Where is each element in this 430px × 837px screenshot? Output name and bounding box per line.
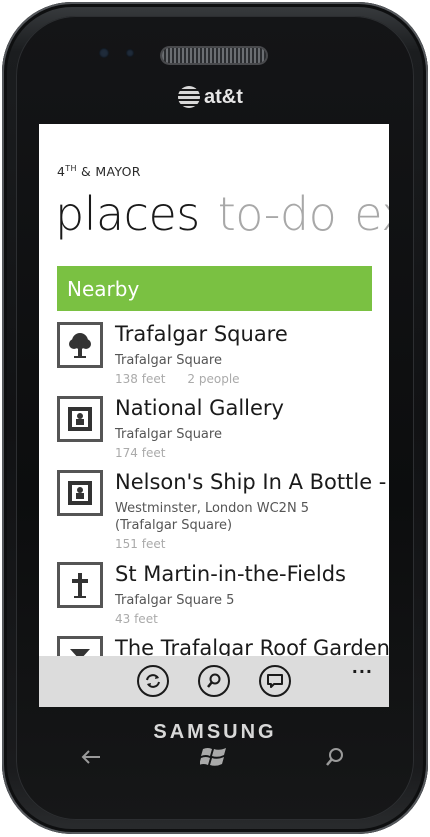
refresh-button[interactable]	[137, 665, 169, 697]
group-header-label: Nearby	[67, 276, 140, 301]
back-button[interactable]	[76, 742, 106, 772]
app-title: 4TH & MAYOR	[57, 164, 141, 180]
comment-button[interactable]	[259, 665, 291, 697]
place-distance: 151 feet	[115, 537, 166, 551]
pivot-tab-places[interactable]: places	[55, 187, 200, 241]
more-options-button[interactable]: ...	[352, 658, 373, 677]
tree-icon	[57, 322, 103, 368]
place-distance: 174 feet	[115, 446, 166, 460]
place-name: Trafalgar Square	[115, 322, 288, 346]
place-distance: 43 feet	[115, 612, 158, 626]
church-cross-icon	[57, 562, 103, 608]
pivot-tab-to-do[interactable]: to-do	[218, 187, 337, 241]
back-arrow-icon	[81, 750, 100, 764]
search-icon	[207, 673, 221, 688]
earpiece-speaker	[162, 48, 266, 63]
place-name: St Martin-in-the-Fields	[115, 562, 346, 586]
phone-screen: 4TH & MAYOR places to-do ex Nearby Trafalg…	[39, 124, 389, 707]
search-icon	[326, 748, 343, 766]
sensor-icon	[126, 49, 134, 57]
start-button[interactable]	[199, 742, 229, 772]
pivot-tab-explore[interactable]: ex	[354, 187, 389, 241]
search-button[interactable]	[198, 665, 230, 697]
windows-logo-icon	[200, 748, 226, 766]
place-people: 2 people	[187, 372, 240, 386]
museum-frame-icon	[57, 396, 103, 442]
refresh-icon	[146, 674, 160, 688]
search-hardware-button[interactable]	[320, 742, 350, 772]
place-meta: 138 feet 2 people	[115, 372, 240, 386]
place-distance: 138 feet	[115, 372, 166, 386]
app-bar: ...	[39, 656, 389, 707]
place-address: Trafalgar Square	[115, 353, 222, 368]
brand-label: SAMSUNG	[153, 721, 277, 743]
place-address-line-2: (Trafalgar Square)	[115, 518, 233, 533]
pivot-header: places to-do ex	[55, 187, 389, 241]
place-name: National Gallery	[115, 396, 284, 420]
place-address: Westminster, London WC2N 5	[115, 501, 310, 516]
museum-frame-icon	[57, 470, 103, 516]
place-name: Nelson's Ship In A Bottle -	[115, 470, 387, 494]
att-globe-icon	[178, 86, 200, 108]
place-address: Trafalgar Square 5	[115, 593, 235, 608]
carrier-label: at&t	[204, 85, 243, 108]
group-header-nearby: Nearby	[57, 266, 372, 311]
carrier-logo: at&t	[178, 84, 243, 110]
place-address: Trafalgar Square	[115, 427, 222, 442]
comment-icon	[267, 674, 283, 688]
front-camera-icon	[99, 48, 109, 58]
